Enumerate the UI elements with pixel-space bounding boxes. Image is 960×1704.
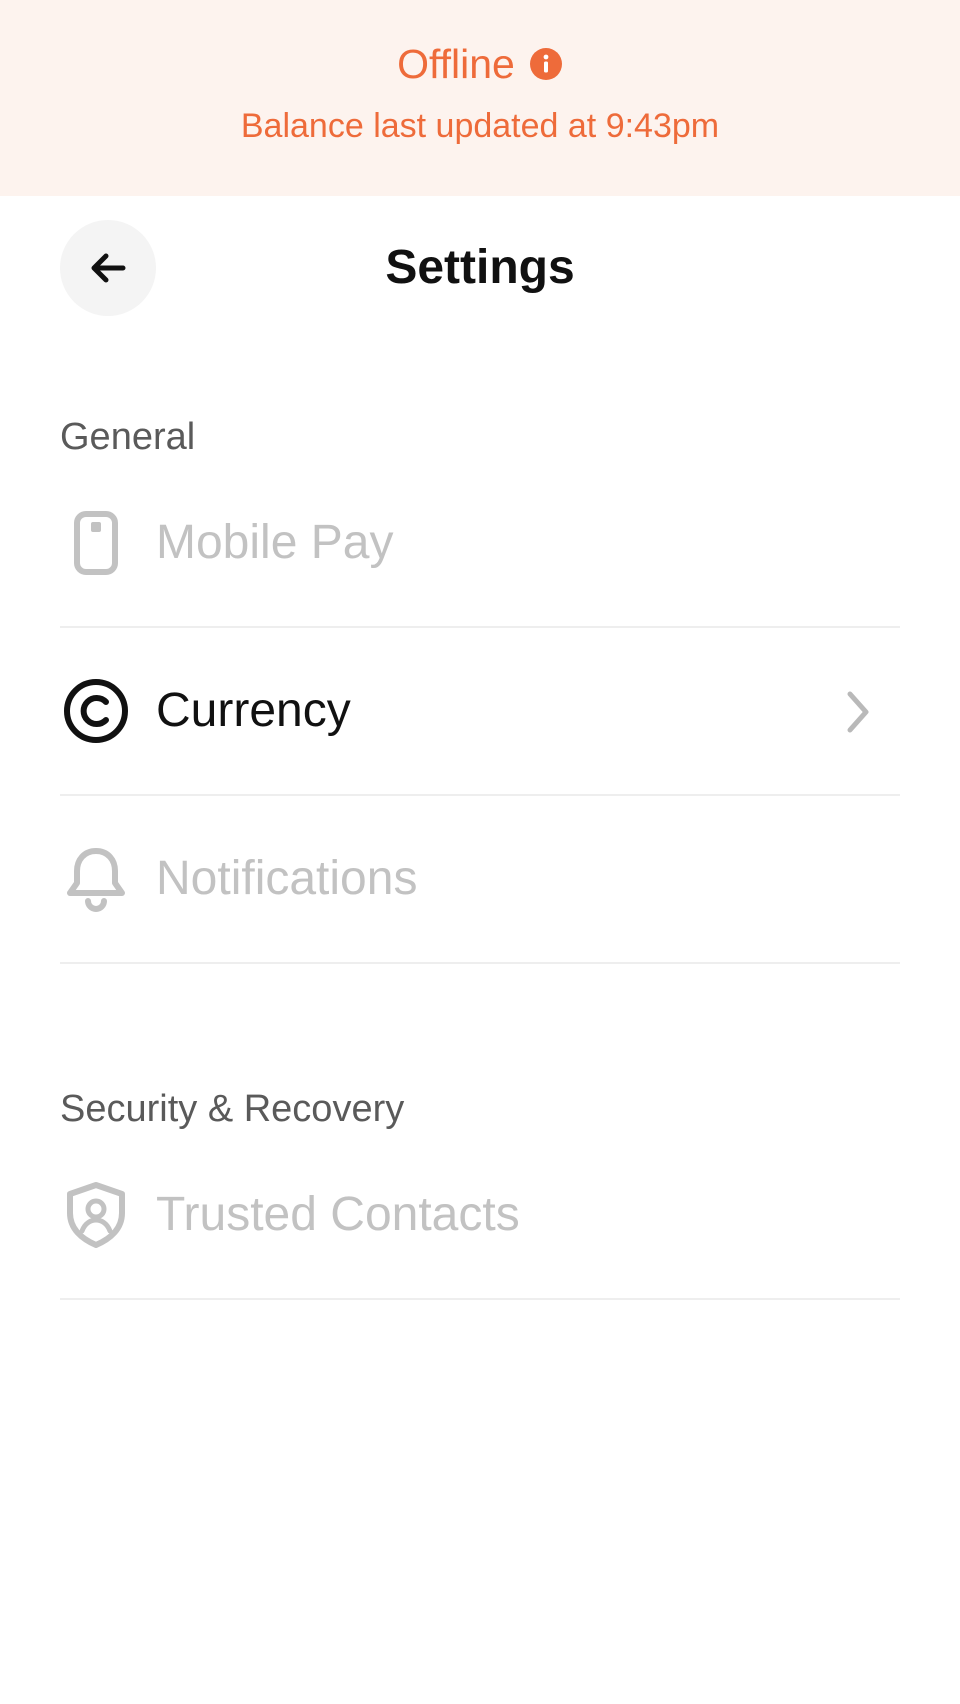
offline-status-row: Offline xyxy=(0,36,960,92)
section-label-general: General xyxy=(60,416,196,458)
settings-item-currency[interactable]: Currency xyxy=(60,628,900,796)
settings-item-label: Notifications xyxy=(156,852,418,905)
chevron-right-icon xyxy=(838,684,878,740)
page-title: Settings xyxy=(385,241,575,294)
copyright-icon xyxy=(60,675,132,747)
balance-updated-text: Balance last updated at 9:43pm xyxy=(240,107,720,145)
info-icon[interactable] xyxy=(529,47,563,81)
settings-item-label: Trusted Contacts xyxy=(156,1188,520,1241)
phone-icon xyxy=(60,507,132,579)
bell-icon xyxy=(60,843,132,915)
offline-banner: Offline Balance last updated at 9:43pm xyxy=(0,0,960,196)
settings-item-mobile-pay[interactable]: Mobile Pay xyxy=(60,460,900,628)
offline-title: Offline xyxy=(397,41,515,87)
settings-item-notifications[interactable]: Notifications xyxy=(60,796,900,964)
settings-item-trusted-contacts[interactable]: Trusted Contacts xyxy=(60,1132,900,1300)
section-label-security-recovery: Security & Recovery xyxy=(60,1088,405,1130)
shield-user-icon xyxy=(60,1179,132,1251)
settings-item-label: Currency xyxy=(156,684,351,737)
settings-item-label: Mobile Pay xyxy=(156,516,394,569)
